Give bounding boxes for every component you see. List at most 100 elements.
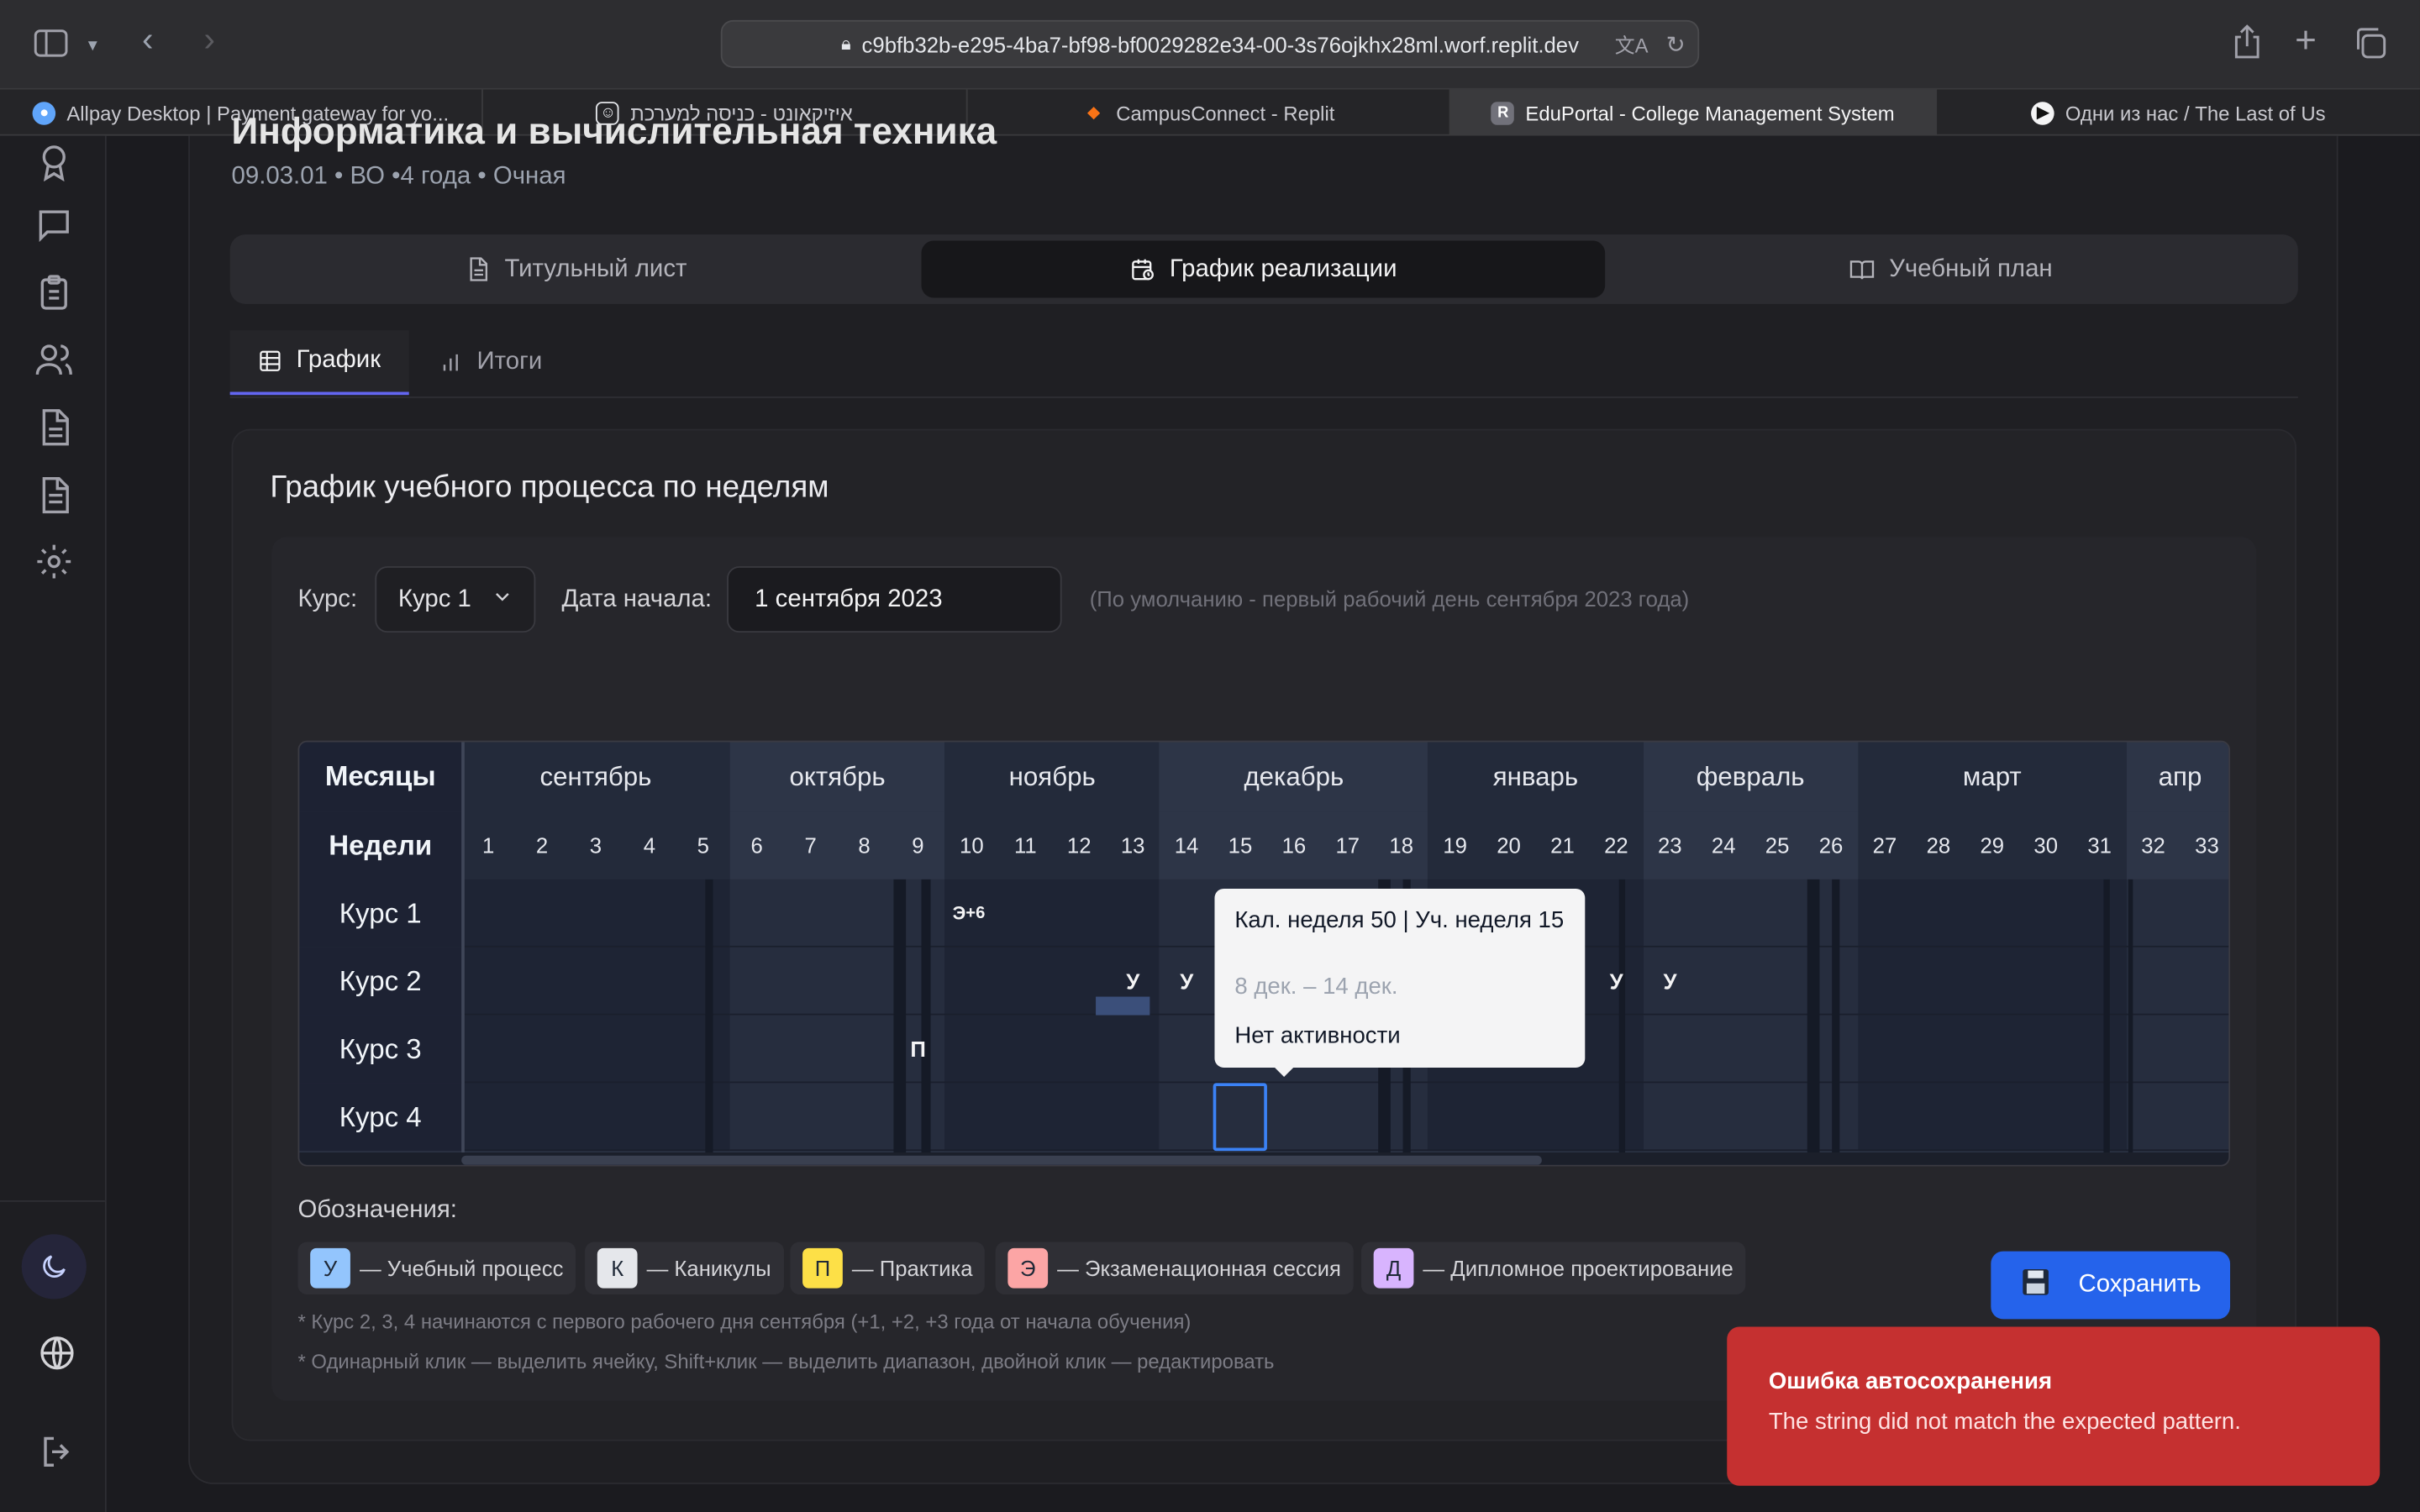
legend-swatch: К bbox=[597, 1247, 638, 1289]
address-bar[interactable]: 🔒︎ c9bfb32b-e295-4ba7-bf98-bf0029282e34-… bbox=[720, 19, 1700, 68]
grid-row-band bbox=[2126, 947, 2229, 1016]
legend-label: — Учебный процесс bbox=[359, 1256, 564, 1281]
toast-message: The string did not match the expected pa… bbox=[1768, 1408, 2241, 1436]
week-number-cell: 2 bbox=[535, 832, 549, 858]
legend-title: Обозначения: bbox=[297, 1197, 457, 1224]
week-number-cell: 26 bbox=[1818, 832, 1844, 858]
week-number-cell: 4 bbox=[643, 832, 656, 858]
theme-toggle-moon-icon[interactable] bbox=[21, 1234, 87, 1299]
grid-row-band bbox=[729, 879, 945, 948]
cell-course3-practice[interactable]: П bbox=[891, 1016, 944, 1084]
selection-strip bbox=[1095, 996, 1150, 1016]
reload-icon[interactable]: ↻ bbox=[1666, 30, 1686, 58]
grid-row-band bbox=[1858, 1083, 2127, 1152]
cell-course2-study[interactable]: У bbox=[1160, 948, 1213, 1016]
start-date-input[interactable]: 1 сентября 2023 bbox=[727, 566, 1062, 633]
subtab-divider bbox=[229, 396, 2298, 398]
scrollbar-thumb[interactable] bbox=[461, 1155, 1542, 1165]
subtab-label: Итоги bbox=[476, 349, 543, 375]
play-icon: ▶ bbox=[2031, 101, 2055, 124]
tab-label: Титульный лист bbox=[504, 255, 687, 282]
grid-row-band bbox=[461, 1083, 730, 1152]
week-number-cell: 11 bbox=[1013, 832, 1037, 858]
week-number-cell: 16 bbox=[1281, 832, 1307, 858]
grid-row-band bbox=[1858, 879, 2127, 948]
tab-label: Одни из нас / The Last of Us bbox=[2065, 101, 2326, 124]
browser-tab[interactable]: ▶ Одни из нас / The Last of Us bbox=[1937, 90, 2420, 136]
file-text-icon[interactable] bbox=[34, 407, 74, 448]
cell-course2-study[interactable]: У bbox=[1643, 948, 1697, 1016]
share-icon[interactable] bbox=[2232, 24, 2263, 66]
sidebar-toggle-icon[interactable] bbox=[34, 29, 68, 62]
grid-row-band bbox=[729, 947, 945, 1016]
grid-row-band bbox=[2126, 1015, 2229, 1084]
bar-chart-icon bbox=[443, 354, 458, 371]
legend-swatch: Э bbox=[1007, 1247, 1049, 1289]
tab-implementation-schedule[interactable]: График реализации bbox=[921, 240, 1606, 298]
save-button[interactable]: Сохранить bbox=[1991, 1251, 2231, 1320]
week-number-cell: 14 bbox=[1174, 832, 1199, 858]
grid-row-band bbox=[729, 1083, 945, 1152]
new-tab-icon[interactable]: + bbox=[2295, 23, 2317, 60]
browser-tab[interactable]: ◆ CampusConnect - Replit bbox=[968, 89, 1451, 136]
tab-overview-icon[interactable] bbox=[2354, 26, 2387, 68]
legend-item-study: У — Учебный процесс bbox=[297, 1242, 576, 1294]
grid-row-band bbox=[461, 1015, 730, 1084]
award-icon[interactable] bbox=[34, 142, 74, 182]
subtab-totals[interactable]: Итоги bbox=[439, 330, 577, 395]
month-header-cell: сентябрь bbox=[461, 742, 730, 812]
error-toast[interactable]: Ошибка автосохранения The string did not… bbox=[1727, 1326, 2381, 1486]
grid-row-band bbox=[944, 1083, 1160, 1152]
grid-row-band bbox=[944, 1015, 1160, 1084]
settings-gear-icon[interactable] bbox=[34, 542, 74, 582]
legend-item-diploma: Д — Дипломное проектирование bbox=[1360, 1242, 1746, 1294]
week-number-cell: 30 bbox=[2033, 832, 2059, 858]
month-header-cell: март bbox=[1858, 742, 2127, 812]
month-header-cell: декабрь bbox=[1160, 742, 1428, 812]
subtab-label: График bbox=[296, 347, 381, 374]
month-header-cell: ноябрь bbox=[944, 742, 1160, 812]
week-number-cell: 10 bbox=[960, 832, 984, 858]
lock-icon: 🔒︎ bbox=[840, 32, 851, 55]
grid-row-band bbox=[1643, 1083, 1858, 1152]
grid-row-band bbox=[461, 947, 730, 1016]
browser-tab-active[interactable]: R EduPortal - College Management System bbox=[1450, 89, 1938, 136]
cell-course2-study[interactable]: У bbox=[1589, 948, 1643, 1016]
week-number-cell: 7 bbox=[804, 832, 817, 858]
grid-row-band bbox=[461, 879, 730, 948]
grid-divider-stripe bbox=[1807, 879, 1820, 1153]
row-label-course-4: Курс 4 bbox=[299, 1083, 462, 1152]
subtab-schedule[interactable]: График bbox=[229, 330, 409, 396]
logout-icon[interactable] bbox=[37, 1431, 71, 1467]
tab-title-page[interactable]: Титульный лист bbox=[236, 241, 915, 298]
header-separator bbox=[461, 742, 465, 1165]
legend-swatch: У bbox=[310, 1247, 350, 1289]
week-number-cell: 19 bbox=[1443, 832, 1467, 858]
chat-icon[interactable] bbox=[34, 205, 74, 245]
cell-course1-exam[interactable]: Э +6 bbox=[944, 879, 1037, 948]
translate-icon[interactable]: 文A bbox=[1615, 29, 1649, 59]
week-number-cell: 8 bbox=[858, 832, 871, 858]
row-label-course-3: Курс 3 bbox=[299, 1015, 462, 1084]
grid-divider-stripe bbox=[1618, 879, 1626, 1153]
users-icon[interactable] bbox=[34, 339, 74, 380]
exam-mark: Э bbox=[952, 902, 966, 925]
globe-icon[interactable] bbox=[37, 1333, 74, 1370]
tab-curriculum[interactable]: Учебный план bbox=[1612, 241, 2291, 298]
selected-cell[interactable] bbox=[1213, 1083, 1268, 1152]
clipboard-icon[interactable] bbox=[34, 273, 74, 313]
forward-icon[interactable]: › bbox=[203, 23, 214, 56]
grid-row-band bbox=[1643, 1015, 1858, 1084]
note-courses: * Курс 2, 3, 4 начинаются с первого рабо… bbox=[297, 1310, 1192, 1333]
week-tooltip: Кал. неделя 50 | Уч. неделя 15 8 дек. – … bbox=[1214, 888, 1586, 1068]
legend-item-practice: П — Практика bbox=[790, 1242, 986, 1294]
tab-label: CampusConnect - Replit bbox=[1116, 101, 1335, 124]
month-header-cell: апр bbox=[2126, 742, 2229, 812]
start-date-hint: (По умолчанию - первый рабочий день сент… bbox=[1089, 585, 1690, 612]
calendar-clock-icon bbox=[1131, 259, 1154, 281]
back-icon[interactable]: ‹ bbox=[142, 23, 153, 56]
chevron-down-icon[interactable]: ▾ bbox=[88, 31, 97, 59]
course-select[interactable]: Курс 1 bbox=[375, 566, 536, 633]
file-list-icon[interactable] bbox=[34, 475, 74, 516]
toast-title: Ошибка автосохранения bbox=[1768, 1368, 2053, 1395]
